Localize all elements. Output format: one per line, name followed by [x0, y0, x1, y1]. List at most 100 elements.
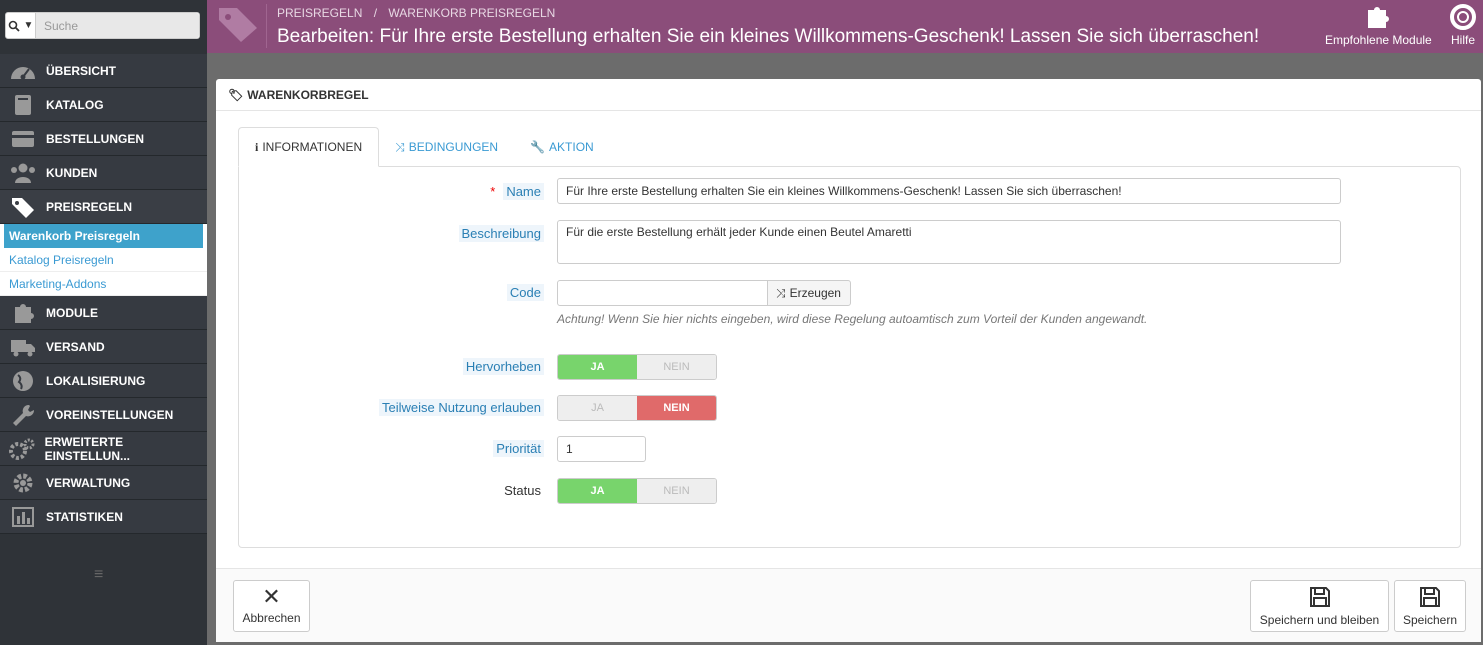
wrench-icon — [0, 403, 46, 427]
nav-label: VOREINSTELLUNGEN — [46, 407, 174, 422]
breadcrumb-item-warenkorb[interactable]: WARENKORB PREISREGELN — [388, 6, 555, 20]
save-and-stay-button[interactable]: Speichern und bleiben — [1250, 580, 1389, 632]
tab-label: BEDINGUNGEN — [408, 140, 499, 154]
book-icon — [0, 93, 46, 117]
nav-item-uebersicht[interactable]: ÜBERSICHT — [0, 54, 207, 88]
nav-label: PREISREGELN — [46, 199, 133, 214]
generate-code-button[interactable]: ⤨ Erzeugen — [767, 280, 851, 306]
priority-label: Priorität — [339, 440, 544, 457]
subnav-preisregeln: Warenkorb Preisregeln Katalog Preisregel… — [0, 224, 207, 296]
highlight-yes[interactable]: JA — [558, 355, 637, 379]
nav-label: KUNDEN — [46, 165, 98, 180]
nav-label: VERSAND — [46, 339, 105, 354]
subnav-item-katalog-preisregeln[interactable]: Katalog Preisregeln — [0, 248, 207, 272]
nav-item-module[interactable]: MODULE — [0, 296, 207, 330]
recommended-modules-label: Empfohlene Module — [1325, 33, 1432, 47]
tab-informationen[interactable]: i INFORMATIONEN — [238, 127, 380, 167]
wrench-icon: 🔧 — [530, 140, 546, 154]
search-box: ▼ — [5, 12, 200, 39]
nav-item-kunden[interactable]: KUNDEN — [0, 156, 207, 190]
nav-label: KATALOG — [46, 97, 104, 112]
code-hint: Achtung! Wenn Sie hier nichts eingeben, … — [557, 312, 1148, 326]
recommended-modules-button[interactable]: Empfohlene Module — [1325, 4, 1432, 47]
search-input[interactable] — [36, 13, 199, 38]
code-input[interactable] — [557, 280, 768, 306]
highlight-no[interactable]: NEIN — [637, 355, 716, 379]
required-icon: * — [490, 184, 496, 199]
search-type-dropdown[interactable]: ▼ — [6, 13, 36, 38]
code-label: Code — [339, 284, 544, 301]
cogs-icon — [0, 437, 45, 461]
help-button[interactable]: Hilfe — [1449, 4, 1477, 47]
gear-icon — [0, 471, 46, 495]
dashboard-icon — [0, 59, 46, 83]
save-and-stay-label: Speichern und bleiben — [1259, 613, 1380, 627]
nav-label: ÜBERSICHT — [46, 63, 117, 78]
nav-item-voreinstellungen[interactable]: VOREINSTELLUNGEN — [0, 398, 207, 432]
main-nav: ÜBERSICHT KATALOG BESTELLUNGEN KUNDEN PR… — [0, 54, 207, 534]
nav-item-katalog[interactable]: KATALOG — [0, 88, 207, 122]
save-button[interactable]: Speichern — [1394, 580, 1466, 632]
status-switch[interactable]: JA NEIN — [557, 478, 717, 504]
tag-icon: 🏷 — [228, 87, 244, 102]
puzzle-icon — [0, 301, 46, 325]
cancel-button[interactable]: ✕ Abbrechen — [233, 580, 310, 632]
menu-collapse-icon[interactable]: ≡ — [94, 566, 103, 584]
nav-item-erweiterte-einstellungen[interactable]: ERWEITERTE EINSTELLUN... — [0, 432, 207, 466]
highlight-switch[interactable]: JA NEIN — [557, 354, 717, 380]
tab-content-informationen: *Name Beschreibung Für die erste Bestell… — [238, 166, 1461, 548]
page-header: PREISREGELN / WARENKORB PREISREGELN Bear… — [207, 0, 1483, 53]
search-icon — [8, 20, 20, 32]
generate-label: Erzeugen — [789, 286, 841, 300]
name-label: * Name — [339, 183, 544, 200]
nav-label: VERWALTUNG — [46, 475, 131, 490]
partial-use-no[interactable]: NEIN — [637, 396, 716, 420]
shuffle-icon: ⤨ — [776, 285, 786, 300]
status-yes[interactable]: JA — [558, 479, 637, 503]
status-no[interactable]: NEIN — [637, 479, 716, 503]
users-icon — [0, 161, 46, 185]
highlight-label: Hervorheben — [339, 358, 544, 375]
shuffle-icon: ⤨ — [395, 139, 405, 154]
panel-title: WARENKORBREGEL — [247, 87, 369, 102]
subnav-item-warenkorb-preisregeln[interactable]: Warenkorb Preisregeln — [4, 224, 203, 248]
globe-icon — [0, 369, 46, 393]
tags-icon — [0, 195, 46, 219]
status-label: Status — [504, 483, 541, 498]
nav-label: ERWEITERTE EINSTELLUN... — [44, 434, 131, 463]
cart-rule-panel: 🏷 WARENKORBREGEL i INFORMATIONEN ⤨ BEDIN… — [216, 79, 1481, 642]
nav-label: STATISTIKEN — [46, 509, 123, 524]
breadcrumb-separator: / — [373, 6, 378, 20]
nav-item-preisregeln[interactable]: PREISREGELN — [0, 190, 207, 224]
caret-down-icon: ▼ — [23, 20, 34, 31]
nav-item-lokalisierung[interactable]: LOKALISIERUNG — [0, 364, 207, 398]
priority-input[interactable] — [557, 436, 646, 462]
nav-label: BESTELLUNGEN — [46, 131, 145, 146]
cancel-label: Abbrechen — [242, 611, 301, 625]
truck-icon — [0, 335, 46, 359]
nav-item-verwaltung[interactable]: VERWALTUNG — [0, 466, 207, 500]
page-title: Bearbeiten: Für Ihre erste Bestellung er… — [277, 26, 1260, 47]
description-label: Beschreibung — [339, 225, 544, 242]
bar-chart-icon — [0, 505, 46, 529]
breadcrumb: PREISREGELN / WARENKORB PREISREGELN — [277, 6, 563, 20]
sidebar: ▼ ÜBERSICHT KATALOG BESTELLUNGEN KUNDEN … — [0, 0, 207, 645]
tab-aktion[interactable]: 🔧 AKTION — [514, 127, 610, 167]
breadcrumb-item-preisregeln[interactable]: PREISREGELN — [277, 6, 362, 20]
description-textarea[interactable]: Für die erste Bestellung erhält jeder Ku… — [557, 220, 1341, 264]
tag-icon — [215, 4, 267, 48]
nav-label: MODULE — [46, 305, 98, 320]
nav-item-versand[interactable]: VERSAND — [0, 330, 207, 364]
floppy-disk-icon — [1420, 587, 1440, 607]
subnav-item-marketing-addons[interactable]: Marketing-Addons — [0, 272, 207, 296]
partial-use-yes[interactable]: JA — [558, 396, 637, 420]
close-icon: ✕ — [262, 584, 281, 609]
name-input[interactable] — [557, 178, 1341, 204]
tab-bedingungen[interactable]: ⤨ BEDINGUNGEN — [379, 127, 514, 167]
credit-card-icon — [0, 127, 46, 151]
partial-use-switch[interactable]: JA NEIN — [557, 395, 717, 421]
nav-item-statistiken[interactable]: STATISTIKEN — [0, 500, 207, 534]
nav-item-bestellungen[interactable]: BESTELLUNGEN — [0, 122, 207, 156]
nav-label: LOKALISIERUNG — [46, 373, 146, 388]
tab-label: INFORMATIONEN — [262, 140, 363, 154]
